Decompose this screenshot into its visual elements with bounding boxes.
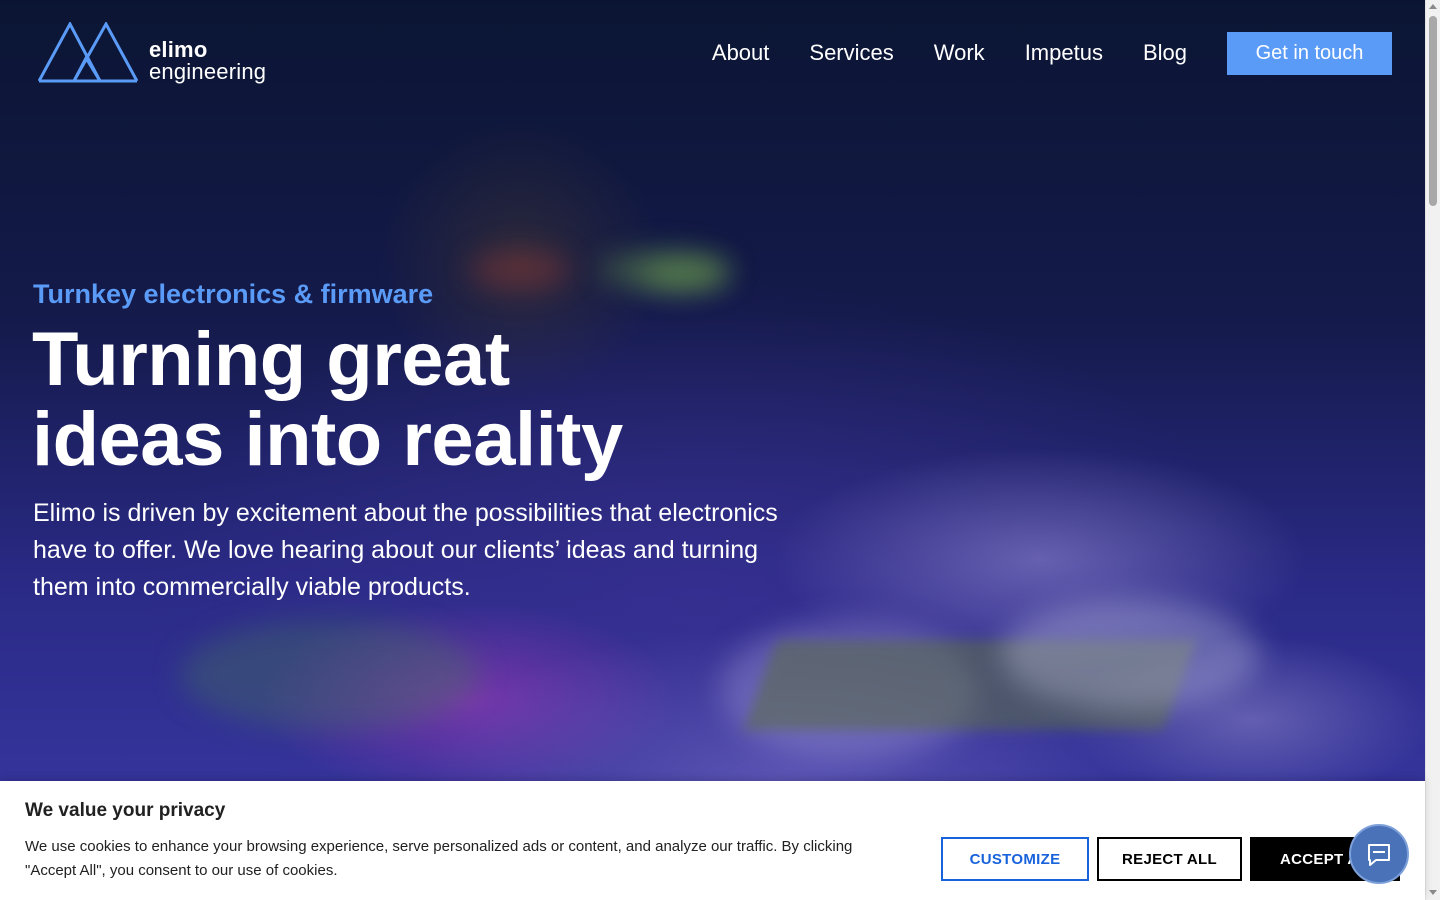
nav-blog[interactable]: Blog [1143,38,1187,68]
lab-light-blob [180,620,480,730]
lab-light-blob [1000,600,1260,710]
brand-logo[interactable]: elimo engineering [38,22,288,86]
lab-light-blob [640,260,730,290]
scroll-up-arrow-icon[interactable] [1429,4,1437,9]
nav-work[interactable]: Work [934,38,985,68]
scroll-thumb[interactable] [1429,16,1437,206]
nav-about[interactable]: About [712,38,770,68]
customize-button[interactable]: CUSTOMIZE [941,837,1089,881]
lab-light-blob [470,250,570,290]
cookie-text: We use cookies to enhance your browsing … [25,838,853,879]
hero-headline-line2: ideas into reality [32,397,623,482]
brand-subname: engineering [149,59,267,84]
chat-launcher-button[interactable] [1349,824,1409,884]
hero-headline-line1: Turning great [32,317,510,402]
hero-eyebrow: Turnkey electronics & firmware [33,279,434,309]
nav-impetus[interactable]: Impetus [1025,38,1103,68]
chat-bubble-icon [1368,844,1390,866]
hero-lead: Elimo is driven by excitement about the … [33,499,778,601]
scroll-down-arrow-icon[interactable] [1429,890,1437,895]
cookie-title: We value your privacy [25,800,226,821]
page-scrollbar[interactable] [1425,0,1440,900]
brand-name: elimo [149,37,208,62]
mountains-logo-icon [38,22,139,83]
get-in-touch-button[interactable]: Get in touch [1227,32,1392,75]
main-nav: About Services Work Impetus Blog [712,38,1187,68]
hero-headline: Turning great ideas into reality [32,320,792,480]
cookie-banner: We value your privacy We use cookies to … [0,781,1425,900]
reject-all-button[interactable]: REJECT ALL [1097,837,1242,881]
nav-services[interactable]: Services [809,38,893,68]
